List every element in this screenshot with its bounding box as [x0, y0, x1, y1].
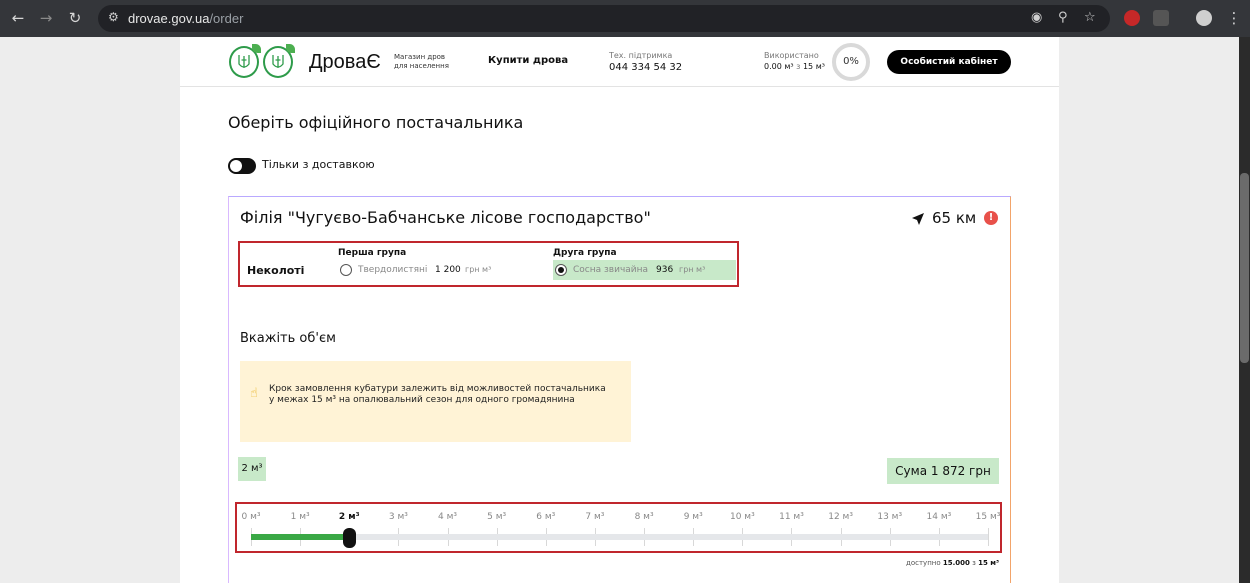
zoom-icon[interactable]: ⚲	[1058, 10, 1068, 25]
distance: 65 км	[932, 209, 977, 227]
order-sum: Сума 1 872 грн	[887, 458, 999, 484]
supplier-card: Філія "Чугуєво-Бабчанське лісове господа…	[228, 196, 1011, 583]
group-label: Друга група	[553, 248, 617, 258]
slider-tick-label[interactable]: 14 м³	[927, 512, 952, 522]
page-title: Оберіть офіційного постачальника	[228, 113, 524, 132]
group-label: Перша група	[338, 248, 407, 258]
trident-emblem-icon[interactable]	[229, 44, 261, 78]
pointing-hand-icon: ☝	[250, 386, 258, 401]
delivery-toggle[interactable]	[228, 158, 256, 174]
extension-icon[interactable]	[1153, 10, 1169, 26]
info-note: ☝ Крок замовлення кубатури залежить від …	[240, 361, 631, 442]
info-note-text: Крок замовлення кубатури залежить від мо…	[269, 384, 606, 405]
slider-track[interactable]	[251, 534, 988, 540]
available-volume: доступно 15.000 з 15 м³	[906, 559, 1000, 567]
url-text[interactable]: drovae.gov.ua/order	[128, 11, 243, 26]
site-header: ДроваЄ Магазин дров для населення Купити…	[180, 37, 1059, 87]
reload-icon[interactable]: ↻	[63, 6, 87, 30]
delivery-toggle-label[interactable]: Тільки з доставкою	[262, 158, 375, 171]
scrollbar-thumb[interactable]	[1240, 173, 1249, 363]
extension-icon[interactable]	[1124, 10, 1140, 26]
wood-option-hardwood[interactable]: Твердолистяні 1 200 грн м³	[338, 260, 508, 280]
tracking-icon[interactable]: ◉	[1031, 10, 1042, 25]
used-label: Використано	[764, 51, 819, 60]
page: ДроваЄ Магазин дров для населення Купити…	[180, 37, 1059, 583]
slider-tick-label[interactable]: 6 м³	[536, 512, 555, 522]
radio-selected[interactable]	[555, 264, 567, 276]
navigation-arrow-icon	[912, 213, 924, 225]
page-scrollbar[interactable]	[1239, 37, 1250, 583]
slider-tick-label[interactable]: 11 м³	[779, 512, 804, 522]
menu-icon[interactable]: ⋮	[1222, 6, 1246, 30]
wood-type-label: Неколоті	[247, 264, 305, 277]
slider-tick-label[interactable]: 9 м³	[684, 512, 703, 522]
warning-icon[interactable]: !	[984, 211, 998, 225]
slider-tick-label[interactable]: 15 м³	[976, 512, 1001, 522]
browser-toolbar: ← → ↻ ⚙ drovae.gov.ua/order ◉ ⚲ ☆ ⋮	[0, 0, 1250, 37]
slider-tick-label[interactable]: 4 м³	[438, 512, 457, 522]
trident-emblem-icon[interactable]	[263, 44, 295, 78]
slider-tick-mark	[988, 528, 989, 546]
slider-tick-label[interactable]: 10 м³	[730, 512, 755, 522]
slider-tick-label[interactable]: 2 м³	[339, 512, 360, 522]
site-info-icon[interactable]: ⚙	[108, 10, 119, 24]
profile-avatar[interactable]	[1196, 10, 1212, 26]
brand-name[interactable]: ДроваЄ	[309, 51, 381, 74]
support-phone[interactable]: 044 334 54 32	[609, 62, 682, 73]
volume-slider[interactable]: 0 м³ 1 м³ 2 м³ 3 м³ 4 м³ 5 м³ 6 м³ 7 м³ 8 м³ 9 м³…	[235, 502, 1002, 553]
used-value: 0.00 м³ з 15 м³	[764, 62, 825, 71]
slider-tick-label[interactable]: 13 м³	[877, 512, 902, 522]
slider-tick-label[interactable]: 3 м³	[389, 512, 408, 522]
personal-cabinet-button[interactable]: Особистий кабінет	[887, 50, 1011, 74]
wood-options: Неколоті Перша група Друга група Твердол…	[238, 241, 739, 287]
volume-title: Вкажіть об'єм	[240, 331, 336, 346]
support-label: Тех. підтримка	[609, 51, 673, 60]
slider-tick-label[interactable]: 1 м³	[291, 512, 310, 522]
radio-unselected[interactable]	[340, 264, 352, 276]
forward-icon[interactable]: →	[34, 6, 58, 30]
slider-tick-label[interactable]: 0 м³	[242, 512, 261, 522]
slider-tick-label[interactable]: 5 м³	[487, 512, 506, 522]
branch-title: Філія "Чугуєво-Бабчанське лісове господа…	[240, 208, 651, 227]
slider-fill	[251, 534, 350, 540]
selected-volume-badge: 2 м³	[238, 457, 266, 481]
wood-option-pine[interactable]: Сосна звичайна 936 грн м³	[553, 260, 736, 280]
address-bar[interactable]: ⚙ drovae.gov.ua/order ◉ ⚲ ☆	[98, 5, 1110, 32]
buy-firewood-link[interactable]: Купити дрова	[488, 55, 568, 66]
bookmark-star-icon[interactable]: ☆	[1084, 10, 1096, 25]
slider-tick-label[interactable]: 8 м³	[635, 512, 654, 522]
slider-tick-label[interactable]: 12 м³	[828, 512, 853, 522]
usage-progress-ring: 0%	[832, 43, 870, 81]
back-icon[interactable]: ←	[6, 6, 30, 30]
brand-tagline: Магазин дров для населення	[394, 53, 449, 70]
slider-tick-label[interactable]: 7 м³	[585, 512, 604, 522]
slider-thumb[interactable]	[343, 528, 357, 548]
